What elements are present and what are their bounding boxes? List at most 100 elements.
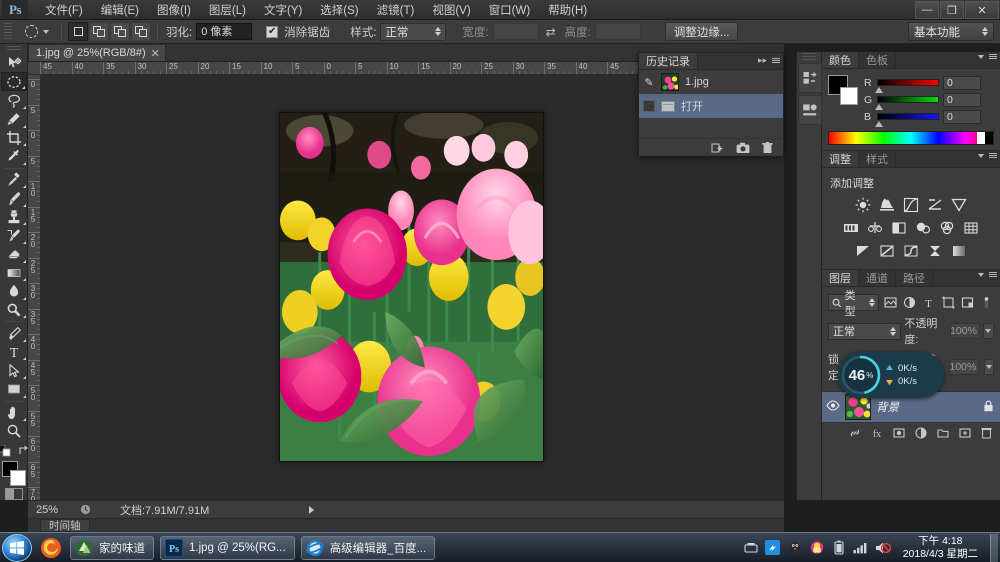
menu-select[interactable]: 选择(S) bbox=[311, 0, 367, 20]
elliptical-marquee-tool[interactable] bbox=[0, 72, 27, 92]
options-bar-grip[interactable] bbox=[4, 22, 12, 41]
delete-layer-trash-icon[interactable] bbox=[981, 427, 992, 439]
color-swatches[interactable] bbox=[1, 460, 27, 486]
menu-view[interactable]: 视图(V) bbox=[423, 0, 479, 20]
new-selection-button[interactable] bbox=[68, 22, 88, 41]
layer-filter-type-select[interactable]: 类型 bbox=[828, 290, 879, 318]
history-brush-source-icon[interactable]: ✎ bbox=[643, 76, 655, 89]
panel-menu-icon[interactable] bbox=[989, 153, 997, 158]
panel-menu-icon[interactable] bbox=[772, 58, 780, 63]
black-white-icon[interactable] bbox=[889, 219, 909, 237]
dock-button-properties[interactable] bbox=[798, 95, 822, 125]
new-group-folder-icon[interactable] bbox=[937, 427, 949, 439]
tray-expand-icon[interactable] bbox=[743, 540, 759, 556]
quick-selection-tool[interactable] bbox=[1, 110, 27, 129]
refine-edge-button[interactable]: 调整边缘... bbox=[664, 22, 739, 41]
menu-layer[interactable]: 图层(L) bbox=[200, 0, 255, 20]
threshold-icon[interactable] bbox=[901, 242, 921, 260]
default-colors-icon[interactable] bbox=[0, 444, 11, 457]
toolbar-grip[interactable] bbox=[6, 46, 21, 52]
tab-adjustments[interactable]: 调整 bbox=[822, 151, 859, 167]
dock-grip[interactable] bbox=[802, 53, 816, 61]
add-layer-mask-icon[interactable] bbox=[893, 427, 905, 439]
slider-track-g[interactable] bbox=[875, 96, 939, 110]
filter-shape-layers-icon[interactable] bbox=[940, 294, 955, 311]
fill-dropdown-arrow-icon[interactable] bbox=[984, 359, 994, 375]
color-swatch-pair[interactable] bbox=[828, 75, 858, 105]
hue-saturation-icon[interactable] bbox=[841, 219, 861, 237]
opacity-value[interactable]: 100% bbox=[949, 323, 980, 339]
menu-edit[interactable]: 编辑(E) bbox=[92, 0, 148, 20]
width-input[interactable] bbox=[492, 23, 539, 40]
close-icon[interactable]: ✕ bbox=[151, 47, 160, 60]
workspace-select[interactable]: 基本功能 bbox=[908, 22, 994, 41]
background-color-swatch[interactable] bbox=[9, 469, 26, 486]
delete-trash-icon[interactable] bbox=[762, 141, 773, 154]
healing-brush-tool[interactable] bbox=[1, 171, 27, 190]
brush-tool[interactable] bbox=[1, 189, 27, 208]
curves-icon[interactable] bbox=[901, 196, 921, 214]
vibrance-icon[interactable] bbox=[949, 196, 969, 214]
style-select[interactable]: 正常 bbox=[380, 22, 447, 41]
slider-thumb-r[interactable] bbox=[875, 87, 883, 93]
move-tool[interactable] bbox=[1, 54, 27, 73]
gradient-map-icon[interactable] bbox=[949, 242, 969, 260]
history-state-checkbox[interactable] bbox=[643, 100, 655, 112]
posterize-icon[interactable] bbox=[877, 242, 897, 260]
dodge-tool[interactable] bbox=[1, 301, 27, 320]
show-desktop-button[interactable] bbox=[990, 533, 998, 562]
chevron-down-icon[interactable] bbox=[978, 153, 984, 158]
quick-mask-toggle-icon[interactable] bbox=[4, 487, 23, 500]
zoom-level[interactable]: 25% bbox=[28, 504, 74, 516]
security-shield-icon[interactable] bbox=[809, 540, 825, 556]
network-signal-icon[interactable] bbox=[853, 540, 869, 556]
document-image-tulips[interactable] bbox=[279, 112, 544, 462]
minimize-button[interactable]: — bbox=[915, 1, 939, 19]
taskbar-item-0[interactable]: 家的味道 bbox=[70, 535, 154, 560]
menu-type[interactable]: 文字(Y) bbox=[255, 0, 311, 20]
restore-button[interactable]: ❐ bbox=[940, 1, 964, 19]
height-input[interactable] bbox=[594, 23, 641, 40]
clone-stamp-tool[interactable] bbox=[1, 208, 27, 227]
new-snapshot-camera-icon[interactable] bbox=[736, 142, 750, 154]
qq-penguin-icon[interactable] bbox=[787, 540, 803, 556]
tab-color[interactable]: 颜色 bbox=[822, 52, 859, 68]
channel-value-b[interactable]: 0 bbox=[943, 109, 981, 124]
type-tool[interactable]: T bbox=[1, 343, 27, 362]
rectangle-shape-tool[interactable] bbox=[1, 380, 27, 399]
pen-tool[interactable] bbox=[1, 324, 27, 343]
sync-icon[interactable] bbox=[765, 540, 781, 556]
firefox-quicklaunch-icon[interactable] bbox=[38, 535, 64, 561]
menu-filter[interactable]: 滤镜(T) bbox=[368, 0, 424, 20]
taskbar-clock[interactable]: 下午 4:18 2018/4/3 星期二 bbox=[897, 535, 984, 561]
history-panel[interactable]: 历史记录 ▸▸ ✎ 1.jpg 打开 bbox=[638, 52, 784, 156]
status-menu-arrow-icon[interactable] bbox=[309, 505, 314, 514]
path-selection-tool[interactable] bbox=[1, 361, 27, 380]
invert-icon[interactable] bbox=[853, 242, 873, 260]
fill-value[interactable]: 100% bbox=[949, 359, 980, 375]
history-state-row[interactable]: 打开 bbox=[639, 94, 783, 118]
layer-style-fx-icon[interactable]: fx bbox=[871, 427, 883, 439]
filter-type-layers-icon[interactable]: T bbox=[921, 294, 936, 311]
history-snapshot-row[interactable]: ✎ 1.jpg bbox=[639, 70, 783, 94]
color-balance-icon[interactable] bbox=[865, 219, 885, 237]
history-brush-tool[interactable] bbox=[1, 226, 27, 245]
menu-image[interactable]: 图像(I) bbox=[148, 0, 200, 20]
chevron-down-icon[interactable] bbox=[978, 54, 984, 59]
blend-mode-select[interactable]: 正常 bbox=[828, 322, 902, 340]
intersect-selection-button[interactable] bbox=[131, 22, 151, 41]
eraser-tool[interactable] bbox=[1, 245, 27, 264]
network-speed-widget[interactable]: 46% 0K/s 0K/s bbox=[838, 352, 944, 398]
opacity-dropdown-arrow-icon[interactable] bbox=[982, 323, 994, 339]
color-spectrum-ramp[interactable] bbox=[828, 131, 994, 145]
photo-filter-icon[interactable] bbox=[913, 219, 933, 237]
tab-styles[interactable]: 样式 bbox=[859, 151, 896, 167]
tab-paths[interactable]: 路径 bbox=[896, 270, 933, 286]
menu-file[interactable]: 文件(F) bbox=[36, 0, 92, 20]
battery-icon[interactable] bbox=[831, 540, 847, 556]
volume-muted-icon[interactable] bbox=[875, 540, 891, 556]
hand-tool[interactable] bbox=[1, 404, 27, 423]
tab-timeline[interactable]: 时间轴 bbox=[40, 519, 90, 532]
crop-tool[interactable] bbox=[1, 129, 27, 148]
zoom-tool[interactable] bbox=[1, 422, 27, 441]
